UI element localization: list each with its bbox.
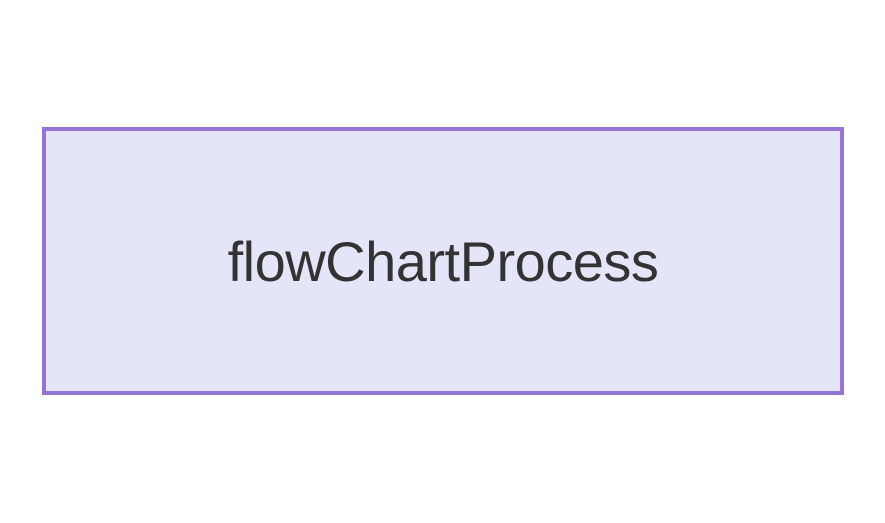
process-label: flowChartProcess xyxy=(228,229,659,294)
flowchart-process-shape: flowChartProcess xyxy=(42,127,844,395)
